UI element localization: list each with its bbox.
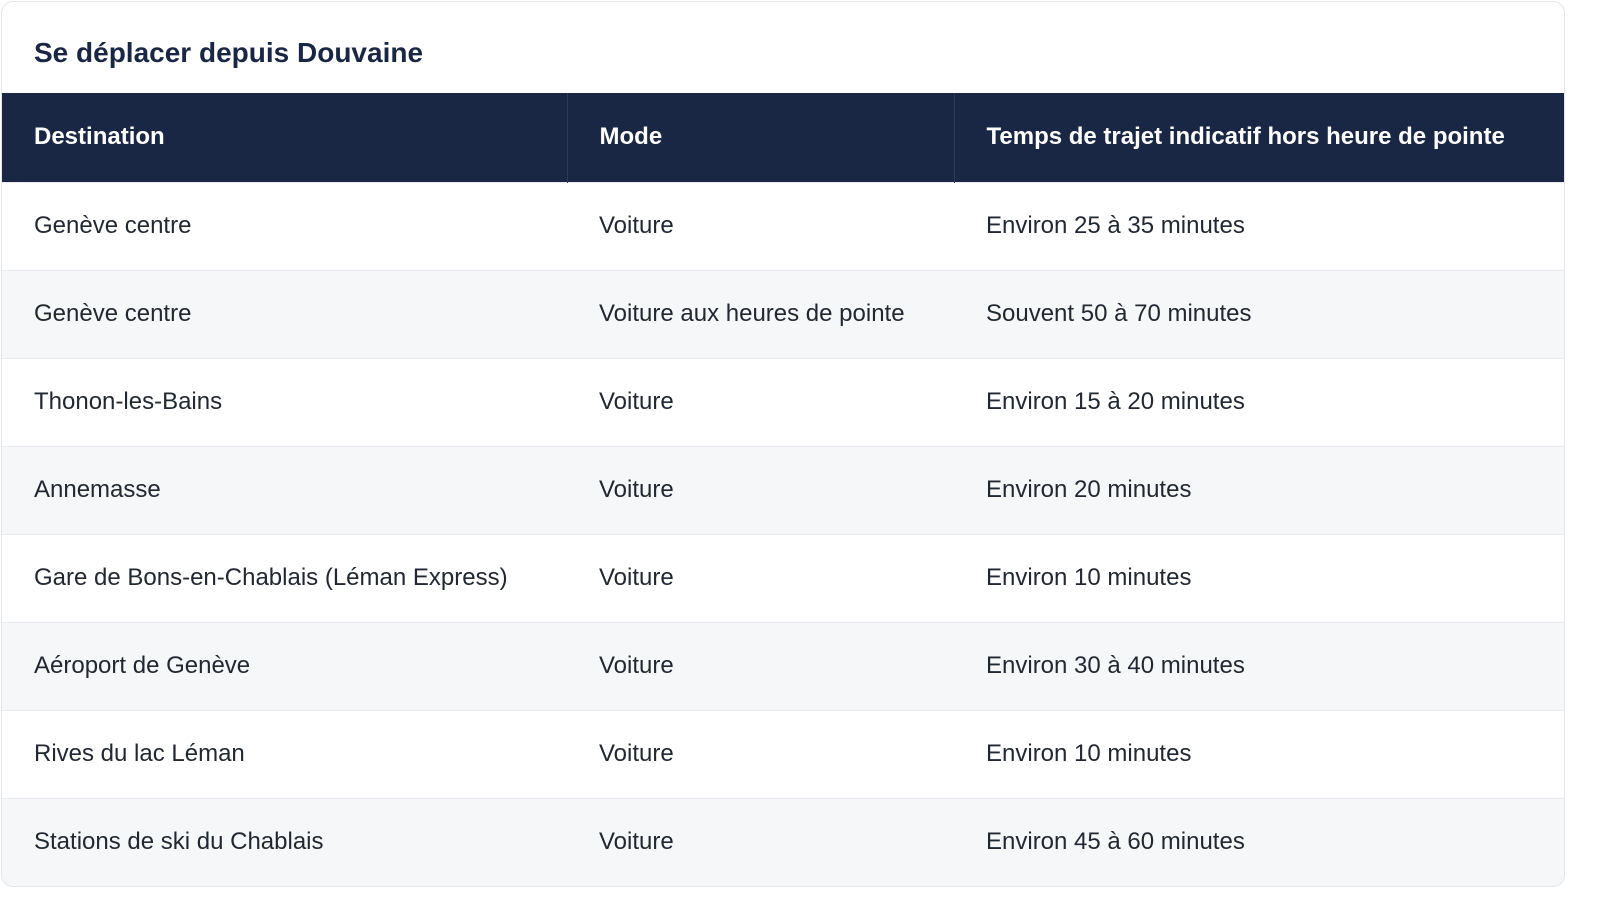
header-destination: Destination (34, 123, 165, 151)
cell-travel-time: Environ 15 à 20 minutes (986, 388, 1245, 415)
cell-travel-time: Environ 20 minutes (986, 476, 1192, 503)
cell-mode: Voiture (599, 828, 674, 856)
cell-travel-time: Environ 10 minutes (986, 564, 1192, 591)
cell-destination: Genève centre (34, 212, 192, 239)
header-row: Destination Mode Temps de trajet indicat… (2, 93, 1564, 182)
table-row: Genève centre Voiture aux heures de poin… (2, 270, 1564, 358)
cell-travel-time: Environ 10 minutes (986, 740, 1192, 767)
table-row: Aéroport de Genève Voiture Environ 30 à … (2, 622, 1564, 710)
cell-destination: Genève centre (34, 300, 192, 327)
cell-destination: Annemasse (34, 476, 161, 503)
table-row: Genève centre Voiture Environ 25 à 35 mi… (2, 182, 1564, 270)
cell-travel-time: Environ 30 à 40 minutes (986, 652, 1245, 679)
cell-destination: Gare de Bons-en-Chablais (Léman Express) (34, 564, 508, 591)
cell-destination: Stations de ski du Chablais (34, 828, 324, 856)
cell-destination: Thonon-les-Bains (34, 388, 223, 415)
table-body: Genève centre Voiture Environ 25 à 35 mi… (2, 182, 1564, 886)
cell-destination: Rives du lac Léman (34, 740, 245, 767)
cell-mode: Voiture (599, 476, 674, 503)
table-row: Thonon-les-Bains Voiture Environ 15 à 20… (2, 358, 1564, 446)
table-row: Gare de Bons-en-Chablais (Léman Express)… (2, 534, 1564, 622)
cell-travel-time: Souvent 50 à 70 minutes (986, 300, 1252, 327)
travel-times-table: Destination Mode Temps de trajet indicat… (2, 93, 1564, 886)
table-row: Annemasse Voiture Environ 20 minutes (2, 446, 1564, 534)
cell-mode: Voiture (599, 652, 674, 679)
table-header: Destination Mode Temps de trajet indicat… (2, 93, 1564, 182)
table-row: Rives du lac Léman Voiture Environ 10 mi… (2, 710, 1564, 798)
cell-mode: Voiture (599, 564, 674, 591)
travel-table-card: Se déplacer depuis Douvaine Destination … (1, 1, 1565, 887)
cell-travel-time: Environ 45 à 60 minutes (986, 828, 1245, 856)
cell-travel-time: Environ 25 à 35 minutes (986, 212, 1245, 239)
header-mode: Mode (566, 93, 954, 182)
header-travel-time: Temps de trajet indicatif hors heure de … (953, 93, 1564, 182)
table-row: Stations de ski du Chablais Voiture Envi… (2, 798, 1564, 886)
cell-mode: Voiture (599, 388, 674, 415)
card-title: Se déplacer depuis Douvaine (34, 37, 424, 68)
cell-mode: Voiture (599, 212, 674, 239)
cell-destination: Aéroport de Genève (34, 652, 251, 679)
cell-mode: Voiture (599, 740, 674, 767)
cell-mode: Voiture aux heures de pointe (599, 300, 905, 327)
